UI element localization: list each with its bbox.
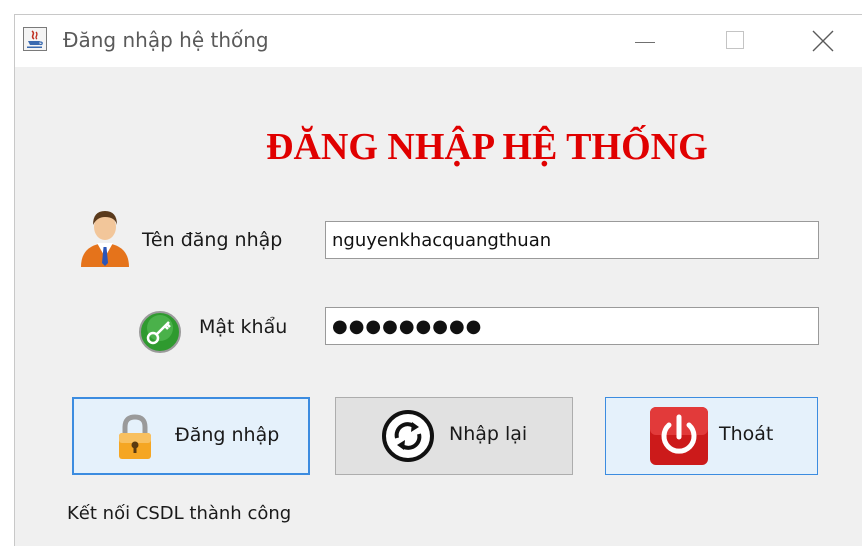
password-input[interactable] (325, 307, 819, 345)
window-title: Đăng nhập hệ thống (63, 28, 269, 52)
maximize-button (695, 15, 775, 67)
login-button-label: Đăng nhập (175, 424, 280, 446)
close-icon (812, 30, 834, 52)
login-window: Đăng nhập hệ thống ĐĂNG NHẬP HỆ THỐNG Tê… (14, 14, 862, 546)
reset-button[interactable]: Nhập lại (335, 397, 573, 475)
username-label: Tên đăng nhập (142, 229, 283, 251)
lock-icon (119, 414, 151, 459)
exit-button[interactable]: Thoát (605, 397, 818, 475)
key-icon (139, 311, 181, 353)
maximize-icon (726, 31, 744, 49)
close-button[interactable] (783, 15, 862, 67)
java-app-icon (23, 27, 47, 51)
refresh-icon (382, 410, 434, 462)
password-label: Mật khẩu (199, 316, 288, 338)
minimize-button[interactable] (605, 15, 685, 67)
login-button[interactable]: Đăng nhập (72, 397, 310, 475)
page-title: ĐĂNG NHẬP HỆ THỐNG (266, 126, 708, 168)
reset-button-label: Nhập lại (449, 423, 528, 445)
connection-status: Kết nối CSDL thành công (67, 503, 292, 524)
title-bar[interactable]: Đăng nhập hệ thống (15, 15, 862, 67)
username-input[interactable] (325, 221, 819, 259)
minimize-icon (635, 42, 655, 43)
user-icon (81, 211, 129, 267)
exit-button-label: Thoát (719, 423, 774, 445)
power-icon (650, 407, 708, 465)
